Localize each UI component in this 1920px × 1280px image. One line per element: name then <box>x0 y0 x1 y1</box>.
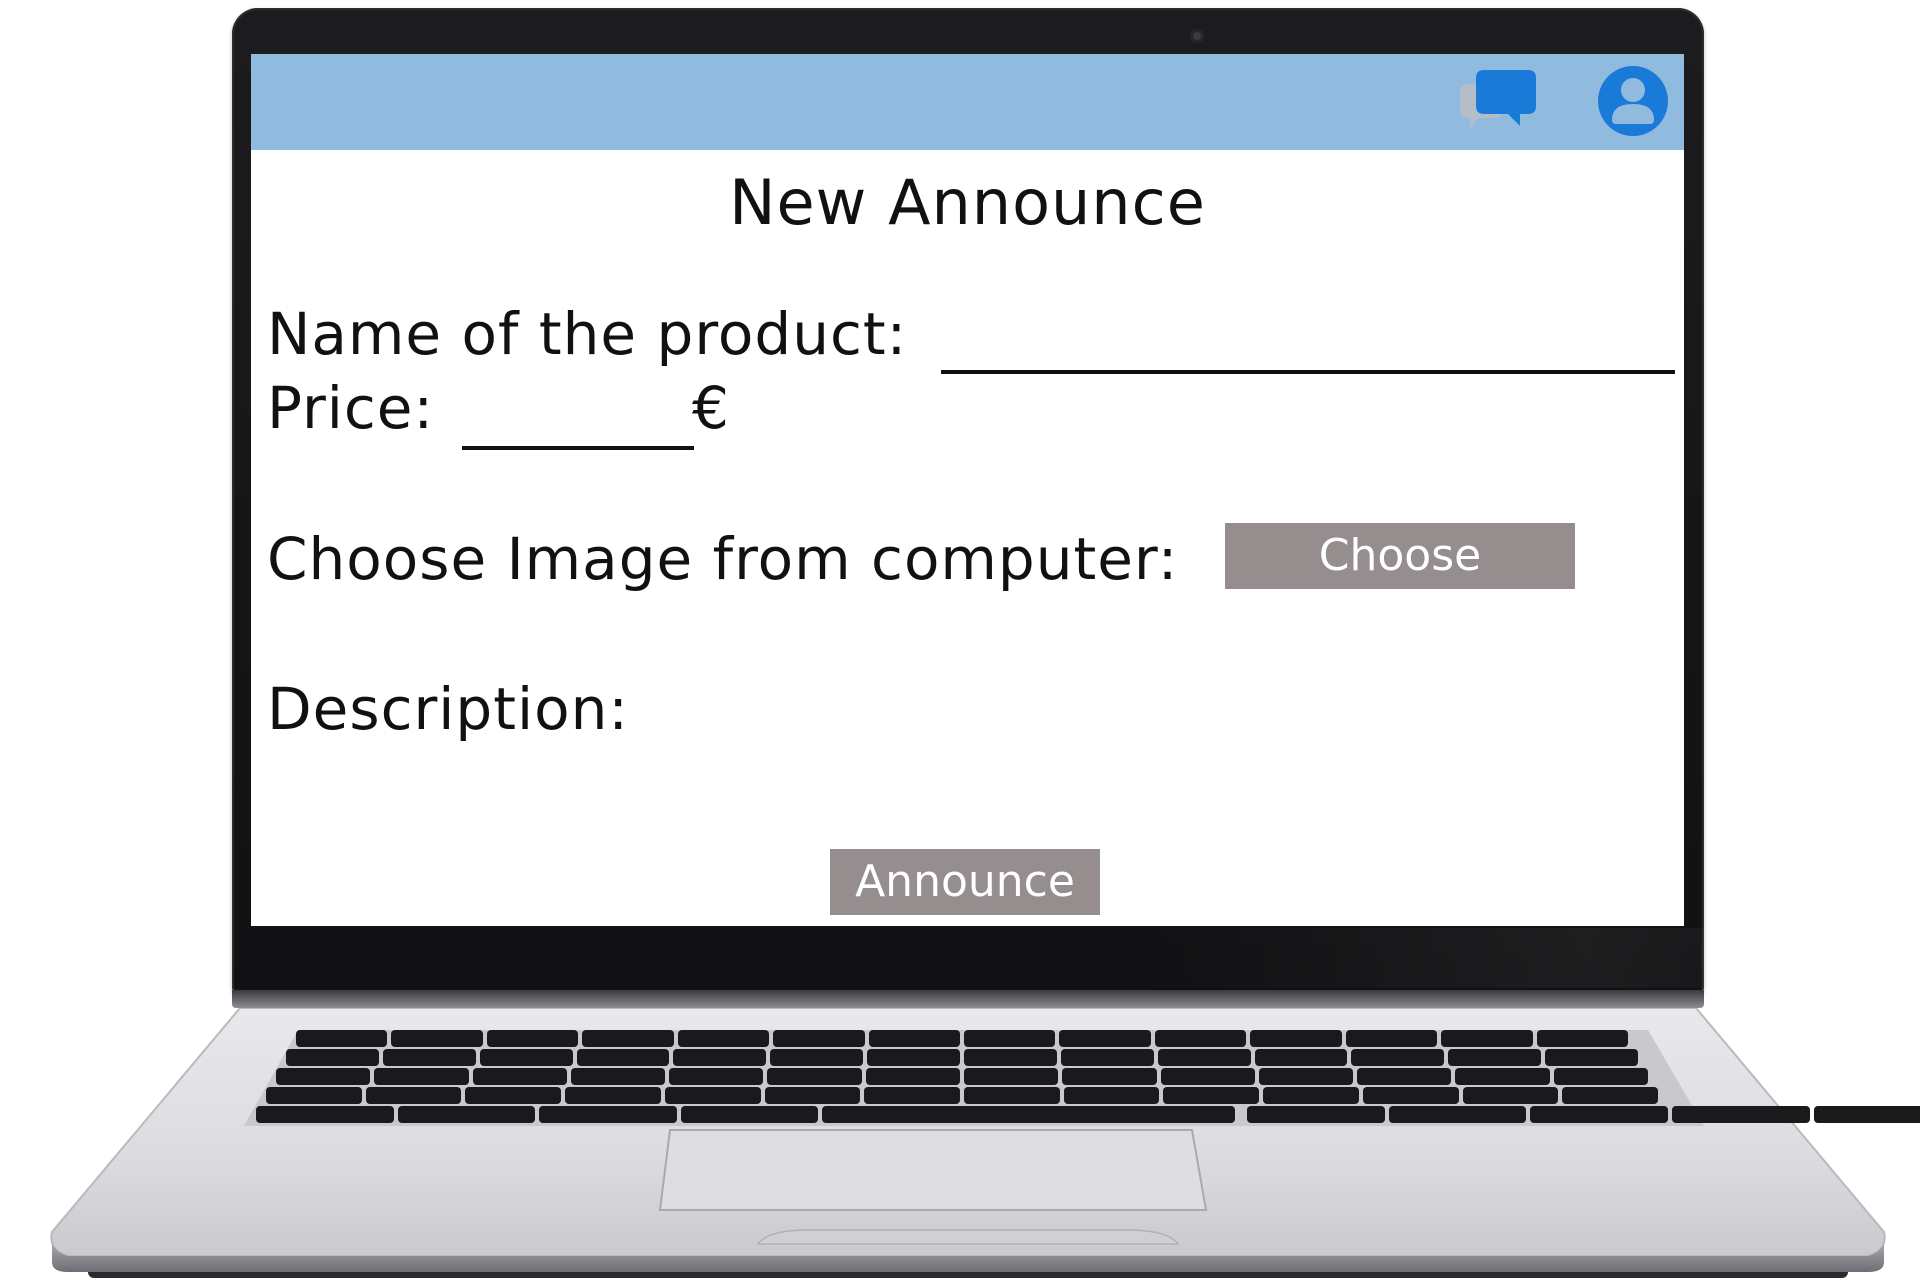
keyboard-key <box>1462 1087 1559 1104</box>
keyboard-key <box>539 1106 677 1123</box>
keyboard-key <box>864 1087 960 1104</box>
keyboard-key <box>1362 1087 1459 1104</box>
keyboard-key <box>1063 1087 1160 1104</box>
keyboard-key <box>479 1049 573 1066</box>
keyboard-key <box>1157 1049 1251 1066</box>
keyboard-key <box>397 1106 536 1123</box>
keyboard-key <box>669 1068 764 1085</box>
keyboard-key <box>865 1068 960 1085</box>
keyboard-key <box>1672 1106 1810 1123</box>
keyboard-key <box>1247 1106 1385 1123</box>
keyboard-key <box>1059 1030 1151 1047</box>
keyboard-key <box>1345 1030 1438 1047</box>
keyboard-key <box>472 1068 567 1085</box>
keyboard-key <box>673 1049 767 1066</box>
product-name-input[interactable] <box>941 328 1675 374</box>
keyboard-key <box>1441 1030 1533 1047</box>
laptop-hinge <box>232 990 1704 1008</box>
keyboard-key <box>1154 1030 1247 1047</box>
description-label: Description: <box>267 675 629 743</box>
chat-icon[interactable] <box>1456 70 1542 134</box>
keyboard-key <box>1250 1030 1342 1047</box>
keyboard-key <box>1160 1068 1255 1085</box>
keyboard-key <box>565 1087 661 1104</box>
keyboard-key <box>1254 1049 1348 1066</box>
image-label: Choose Image from computer: <box>267 525 1179 593</box>
keyboard-key <box>365 1087 462 1104</box>
keyboard-key <box>867 1049 960 1066</box>
keyboard-key <box>767 1068 862 1085</box>
keyboard-key <box>286 1049 379 1066</box>
keyboard-key <box>822 1106 1236 1123</box>
keyboard-key <box>486 1030 579 1047</box>
bezel-glare <box>1132 928 1892 988</box>
keyboard-key <box>382 1049 476 1066</box>
keyboard-key <box>1545 1049 1638 1066</box>
keyboard-key <box>276 1068 371 1085</box>
keyboard-key <box>1536 1030 1628 1047</box>
price-label: Price: <box>267 374 435 442</box>
keyboard-key <box>964 1068 1059 1085</box>
keyboard-key <box>664 1087 761 1104</box>
product-name-label: Name of the product: <box>267 300 908 368</box>
keyboard-key <box>1562 1087 1658 1104</box>
keyboard-key <box>582 1030 674 1047</box>
choose-image-button[interactable]: Choose <box>1225 523 1575 589</box>
keyboard-key <box>256 1106 394 1123</box>
keyboard-key <box>764 1087 861 1104</box>
keyboard-key <box>1455 1068 1550 1085</box>
keyboard-key <box>266 1087 362 1104</box>
currency-symbol: € <box>692 374 729 442</box>
keyboard-key <box>1263 1087 1359 1104</box>
keyboard-key <box>1448 1049 1542 1066</box>
keyboard-key <box>964 1030 1056 1047</box>
laptop-scene: New Announce Name of the product: Price:… <box>0 0 1920 1280</box>
keyboard <box>252 1028 1920 1124</box>
keyboard-key <box>576 1049 670 1066</box>
screen: New Announce Name of the product: Price:… <box>251 54 1684 926</box>
keyboard-key <box>1530 1106 1668 1123</box>
keyboard-key <box>1813 1106 1920 1123</box>
keyboard-key <box>391 1030 483 1047</box>
profile-icon[interactable] <box>1596 64 1670 138</box>
keyboard-key <box>1062 1068 1157 1085</box>
keyboard-key <box>374 1068 469 1085</box>
page-title: New Announce <box>729 166 1206 239</box>
keyboard-key <box>677 1030 770 1047</box>
keyboard-key <box>773 1030 865 1047</box>
header-bar <box>251 54 1684 150</box>
keyboard-key <box>1060 1049 1154 1066</box>
announce-button[interactable]: Announce <box>830 849 1100 915</box>
keyboard-key <box>1351 1049 1445 1066</box>
keyboard-key <box>770 1049 864 1066</box>
webcam-icon <box>1190 29 1204 43</box>
keyboard-key <box>964 1087 1060 1104</box>
keyboard-key <box>868 1030 960 1047</box>
keyboard-key <box>1388 1106 1527 1123</box>
keyboard-key <box>465 1087 562 1104</box>
keyboard-key <box>1357 1068 1452 1085</box>
keyboard-key <box>964 1049 1057 1066</box>
price-input[interactable] <box>462 404 694 450</box>
keyboard-key <box>1258 1068 1354 1085</box>
keyboard-key <box>570 1068 666 1085</box>
keyboard-key <box>1163 1087 1260 1104</box>
keyboard-key <box>296 1030 388 1047</box>
description-field[interactable] <box>267 754 1671 828</box>
keyboard-key <box>1553 1068 1648 1085</box>
keyboard-key <box>680 1106 819 1123</box>
